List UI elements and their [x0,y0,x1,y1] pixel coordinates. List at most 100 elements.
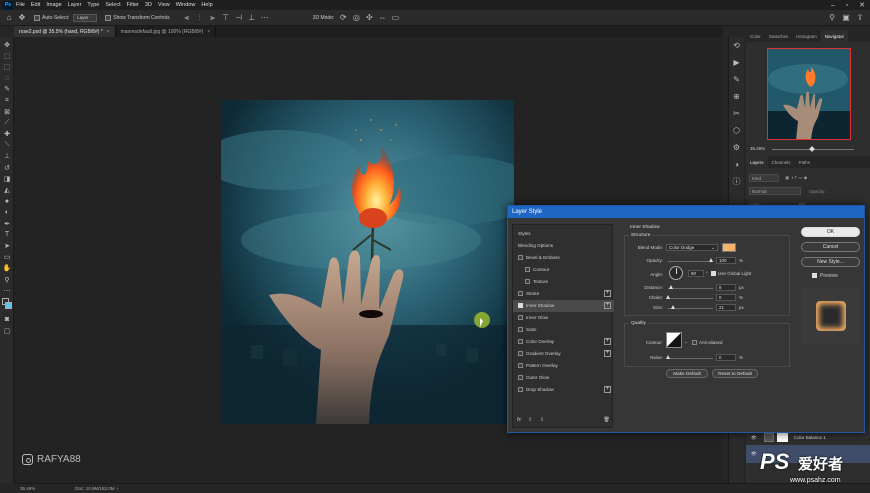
chevron-down-icon[interactable]: ⌄ [684,339,688,345]
share-icon[interactable]: ⇪ [855,13,865,23]
style-checkbox[interactable] [525,279,530,285]
style-drop-shadow[interactable]: Drop Shadow + [513,384,614,396]
3d-icon[interactable]: ⬡ [729,122,744,139]
path-select-tool-icon[interactable]: ➤ [0,240,14,251]
pen-tool-icon[interactable]: ✒ [0,218,14,229]
workspace-icon[interactable]: ▣ [841,13,851,23]
choke-input[interactable]: 0 [716,294,736,301]
layer-select-dropdown[interactable]: Layer [73,13,98,22]
layer-name[interactable]: Color Balance 1 [794,435,826,440]
artwork-image[interactable] [221,100,514,424]
minimize-icon[interactable]: – [826,0,840,10]
menu-3d[interactable]: 3D [145,2,152,8]
tab-paths[interactable]: Paths [795,156,815,168]
style-stroke[interactable]: Stroke + [513,288,614,300]
crop-tool-icon[interactable]: ⌗ [0,95,14,106]
align-bottom-icon[interactable]: ⊥ [247,13,257,23]
distance-input[interactable]: 8 [716,284,736,291]
info-icon[interactable]: ⓘ [729,173,744,190]
close-tab-icon[interactable]: × [207,29,210,35]
background-color-swatch[interactable] [5,302,12,310]
layer-mask-thumbnail[interactable] [776,433,788,442]
style-outer-glow[interactable]: Outer Glow [513,372,614,384]
eye-icon[interactable]: 👁 [751,451,757,457]
size-slider-handle[interactable] [671,305,675,309]
style-checkbox[interactable] [518,255,523,261]
style-inner-glow[interactable]: Inner Glow [513,312,614,324]
menu-view[interactable]: View [158,2,170,8]
style-blending-options[interactable]: Blending Options [513,240,614,252]
angle-dial[interactable] [669,266,683,280]
clone-stamp-tool-icon[interactable]: ⊥ [0,151,14,162]
choke-slider[interactable] [666,295,713,299]
style-checkbox[interactable] [518,291,523,297]
fx-icon[interactable]: fx [517,417,521,423]
zoom-slider-handle[interactable] [809,146,815,152]
size-slider[interactable] [668,305,713,309]
move-down-icon[interactable]: ⇩ [540,417,544,423]
move-up-icon[interactable]: ⇧ [528,417,532,423]
3d-rotate-icon[interactable]: ⟳ [338,13,348,23]
screen-mode-icon[interactable]: ▢ [0,326,14,337]
choke-slider-handle[interactable] [666,295,670,299]
3d-scale-icon[interactable]: ▭ [390,13,400,23]
style-checkbox[interactable] [518,303,523,309]
size-input[interactable]: 21 [716,304,736,311]
search-icon[interactable]: ⚲ [827,13,837,23]
tab-swatches[interactable]: Swatches [765,30,793,42]
add-color-overlay-icon[interactable]: + [604,338,611,346]
auto-select-checkbox[interactable] [34,14,40,21]
quick-mask-icon[interactable]: ◙ [0,314,14,325]
history-icon[interactable]: ⟲ [729,37,744,54]
add-gradient-overlay-icon[interactable]: + [604,350,611,358]
eyedropper-tool-icon[interactable]: ⟋ [0,117,14,128]
new-style-button[interactable]: New Style... [801,257,860,267]
antialiased-checkbox[interactable] [692,340,697,345]
global-light-checkbox[interactable] [711,271,716,276]
menu-layer[interactable]: Layer [68,2,82,8]
move-tool-icon[interactable]: ✥ [17,13,27,23]
menu-file[interactable]: File [16,2,25,8]
tab-layers[interactable]: Layers [746,156,768,168]
close-icon[interactable]: ✕ [855,0,869,10]
artboard-tool-icon[interactable]: ⬚ [0,50,14,61]
navigator-thumbnail[interactable] [767,48,851,140]
zoom-tool-icon[interactable]: ⚲ [0,274,14,285]
align-right-icon[interactable]: ⫸ [208,13,218,23]
tab-maxresdefault[interactable]: maxresdefault.jpg @ 100% (RGB/8#) × [116,26,217,37]
align-center-icon[interactable]: ⫶ [195,13,205,23]
distance-slider-handle[interactable] [669,285,673,289]
menu-select[interactable]: Select [105,2,120,8]
blur-tool-icon[interactable]: ● [0,196,14,207]
status-zoom[interactable]: 35.46% [20,486,35,491]
frame-tool-icon[interactable]: ⊠ [0,106,14,117]
opacity-input[interactable]: 100 [716,257,736,264]
noise-input[interactable]: 0 [716,354,736,361]
navigator-zoom-slider[interactable] [772,146,854,152]
status-arrow-icon[interactable]: › [117,486,119,491]
preview-checkbox[interactable] [812,273,817,278]
noise-slider[interactable] [666,355,713,359]
add-inner-shadow-icon[interactable]: + [604,302,611,310]
menu-filter[interactable]: Filter [127,2,139,8]
noise-slider-handle[interactable] [666,355,670,359]
show-transform-checkbox[interactable] [105,14,112,21]
style-bevel-emboss[interactable]: Bevel & Emboss [513,252,614,264]
style-checkbox[interactable] [518,315,523,321]
layer-blend-dropdown[interactable]: Normal [749,187,801,195]
distance-slider[interactable] [668,285,713,289]
eye-icon[interactable]: 👁 [751,435,757,441]
style-checkbox[interactable] [518,351,523,357]
close-tab-icon[interactable]: × [107,29,110,35]
tab-navigator[interactable]: Navigator [820,30,849,42]
distribute-icon[interactable]: ⋯ [260,13,270,23]
opacity-slider[interactable] [668,258,713,262]
menu-help[interactable]: Help [201,2,212,8]
align-middle-icon[interactable]: ⊣ [234,13,244,23]
tab-rose2[interactable]: rose2.psd @ 35.5% (hand, RGB/8#) * × [14,26,116,37]
style-checkbox[interactable] [518,375,523,381]
style-checkbox[interactable] [518,363,523,369]
align-left-icon[interactable]: ⫷ [182,13,192,23]
eraser-tool-icon[interactable]: ◨ [0,173,14,184]
style-contour[interactable]: Contour [513,264,614,276]
